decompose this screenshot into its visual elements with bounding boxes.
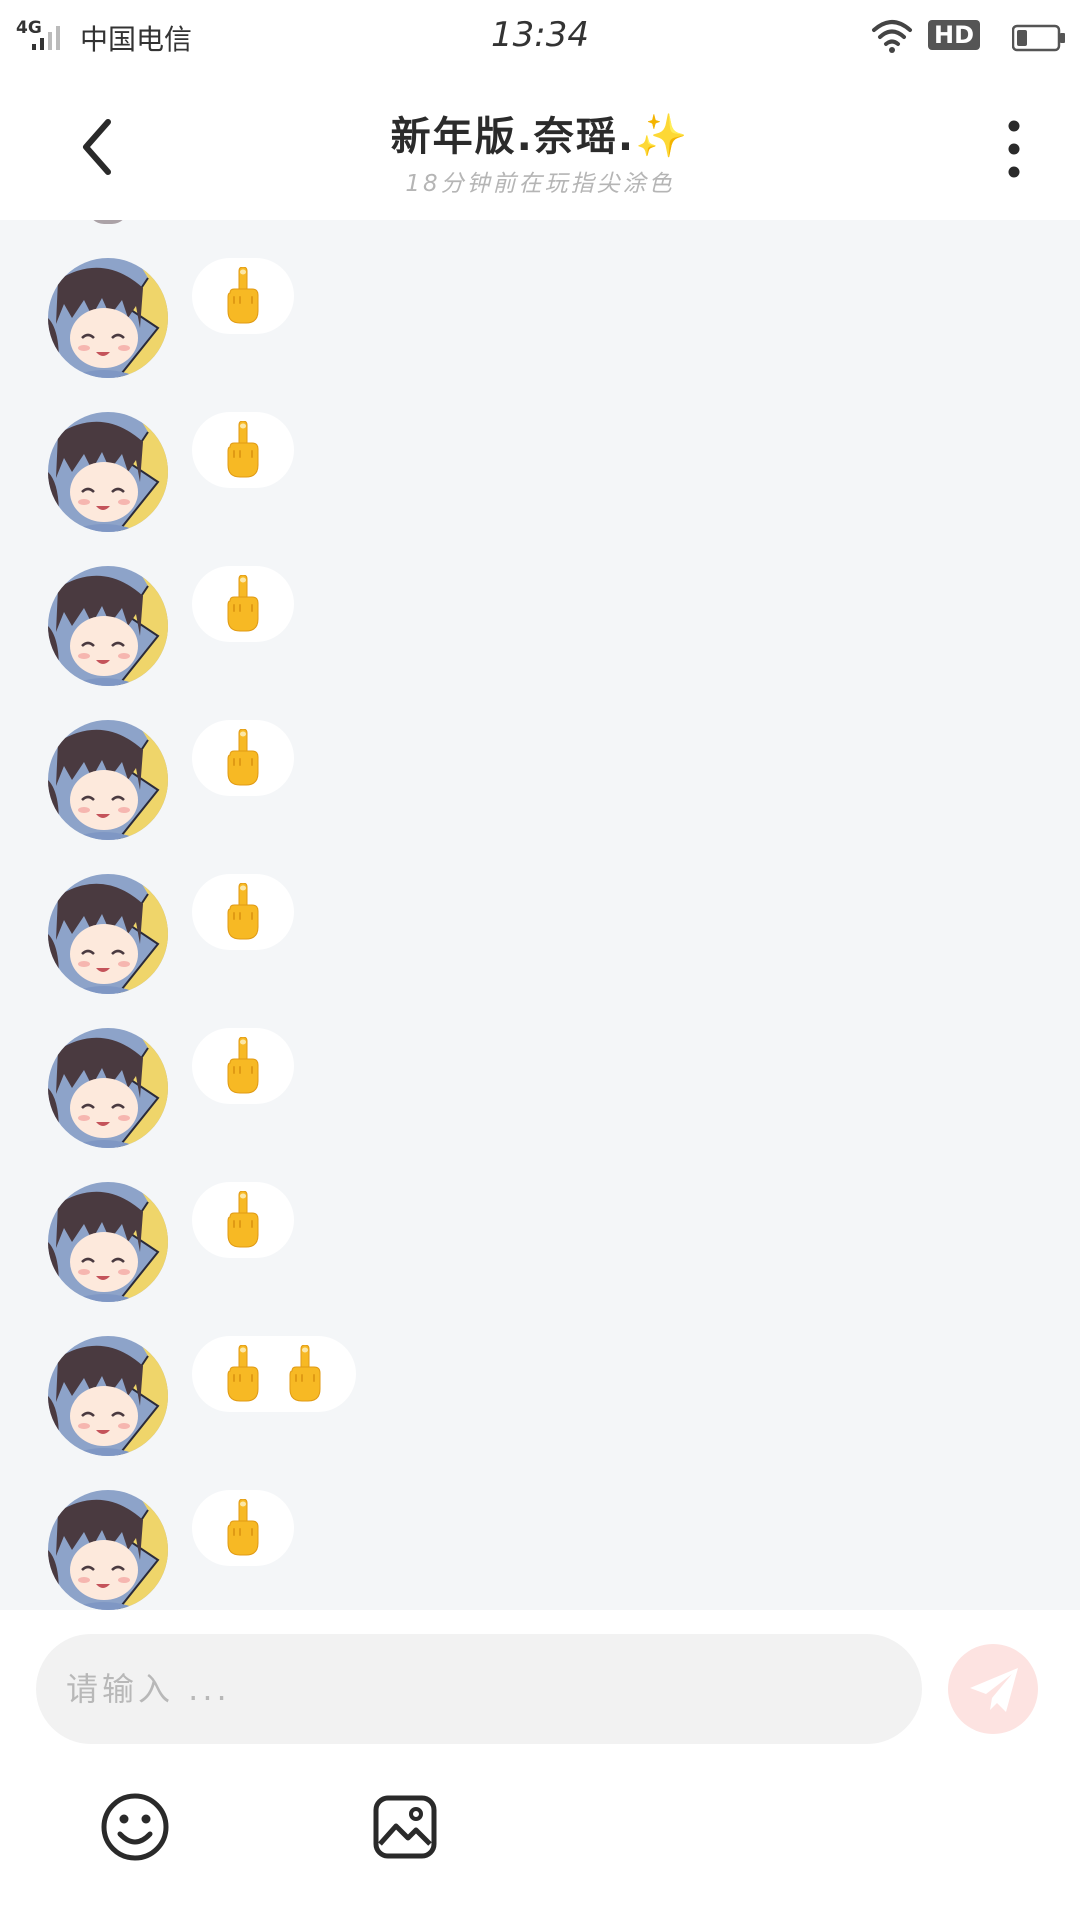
middle-finger-emoji [222, 1345, 264, 1403]
emoji-icon[interactable] [100, 1792, 170, 1862]
contact-avatar[interactable] [48, 258, 168, 378]
message-row [0, 1182, 1080, 1302]
message-bubble[interactable] [192, 1490, 294, 1566]
hd-badge: HD [928, 20, 981, 50]
send-icon [970, 1668, 1018, 1712]
message-bubble[interactable] [192, 412, 294, 488]
message-bubble[interactable] [192, 1336, 356, 1412]
middle-finger-emoji [222, 421, 264, 479]
message-row [0, 1490, 1080, 1610]
back-icon[interactable] [70, 112, 126, 182]
wifi-icon [872, 20, 912, 53]
message-bubble[interactable] [192, 258, 294, 334]
avatar [88, 220, 128, 224]
sparkle-emoji: ✨ [635, 111, 690, 160]
middle-finger-emoji [222, 883, 264, 941]
image-icon[interactable] [372, 1794, 438, 1860]
message-row [0, 566, 1080, 686]
contact-status: 18分钟前在玩指尖涂色 [405, 171, 675, 197]
contact-title-block: 新年版.奈瑶.✨ 18分钟前在玩指尖涂色 [200, 104, 880, 198]
composer-panel [0, 1610, 1080, 1920]
chat-header: 新年版.奈瑶.✨ 18分钟前在玩指尖涂色 [0, 74, 1080, 220]
middle-finger-emoji [222, 1037, 264, 1095]
status-bar: 4G 中国电信 13:34 HD [0, 0, 1080, 74]
message-bubble[interactable] [192, 1182, 294, 1258]
middle-finger-emoji [284, 1345, 326, 1403]
more-options-icon[interactable] [996, 118, 1032, 180]
message-input[interactable] [36, 1634, 922, 1744]
middle-finger-emoji [222, 575, 264, 633]
contact-avatar[interactable] [48, 412, 168, 532]
message-bubble[interactable] [192, 566, 294, 642]
message-row [0, 412, 1080, 532]
message-bubble[interactable] [192, 1028, 294, 1104]
middle-finger-emoji [222, 729, 264, 787]
contact-avatar[interactable] [48, 1028, 168, 1148]
contact-avatar[interactable] [48, 566, 168, 686]
contact-avatar[interactable] [48, 1490, 168, 1610]
battery-icon [1012, 24, 1065, 52]
send-button[interactable] [948, 1644, 1038, 1734]
contact-name-text: 新年版.奈瑶. [390, 114, 636, 160]
message-row [0, 720, 1080, 840]
contact-avatar[interactable] [48, 1182, 168, 1302]
contact-avatar[interactable] [48, 1336, 168, 1456]
clock: 13:34 [491, 15, 589, 55]
middle-finger-emoji [222, 1499, 264, 1557]
contact-avatar[interactable] [48, 720, 168, 840]
chat-screen: 4G 中国电信 13:34 HD 新年版.奈瑶.✨ 18分钟前在玩指尖涂色 [0, 0, 1080, 1920]
message-bubble[interactable] [192, 874, 294, 950]
contact-avatar[interactable] [48, 874, 168, 994]
message-row [0, 1028, 1080, 1148]
middle-finger-emoji [222, 267, 264, 325]
message-row [0, 874, 1080, 994]
middle-finger-emoji [222, 1191, 264, 1249]
message-list[interactable] [0, 220, 1080, 1610]
message-row [0, 1336, 1080, 1456]
message-bubble[interactable] [192, 720, 294, 796]
message-row [0, 258, 1080, 378]
contact-name[interactable]: 新年版.奈瑶.✨ [200, 104, 880, 162]
